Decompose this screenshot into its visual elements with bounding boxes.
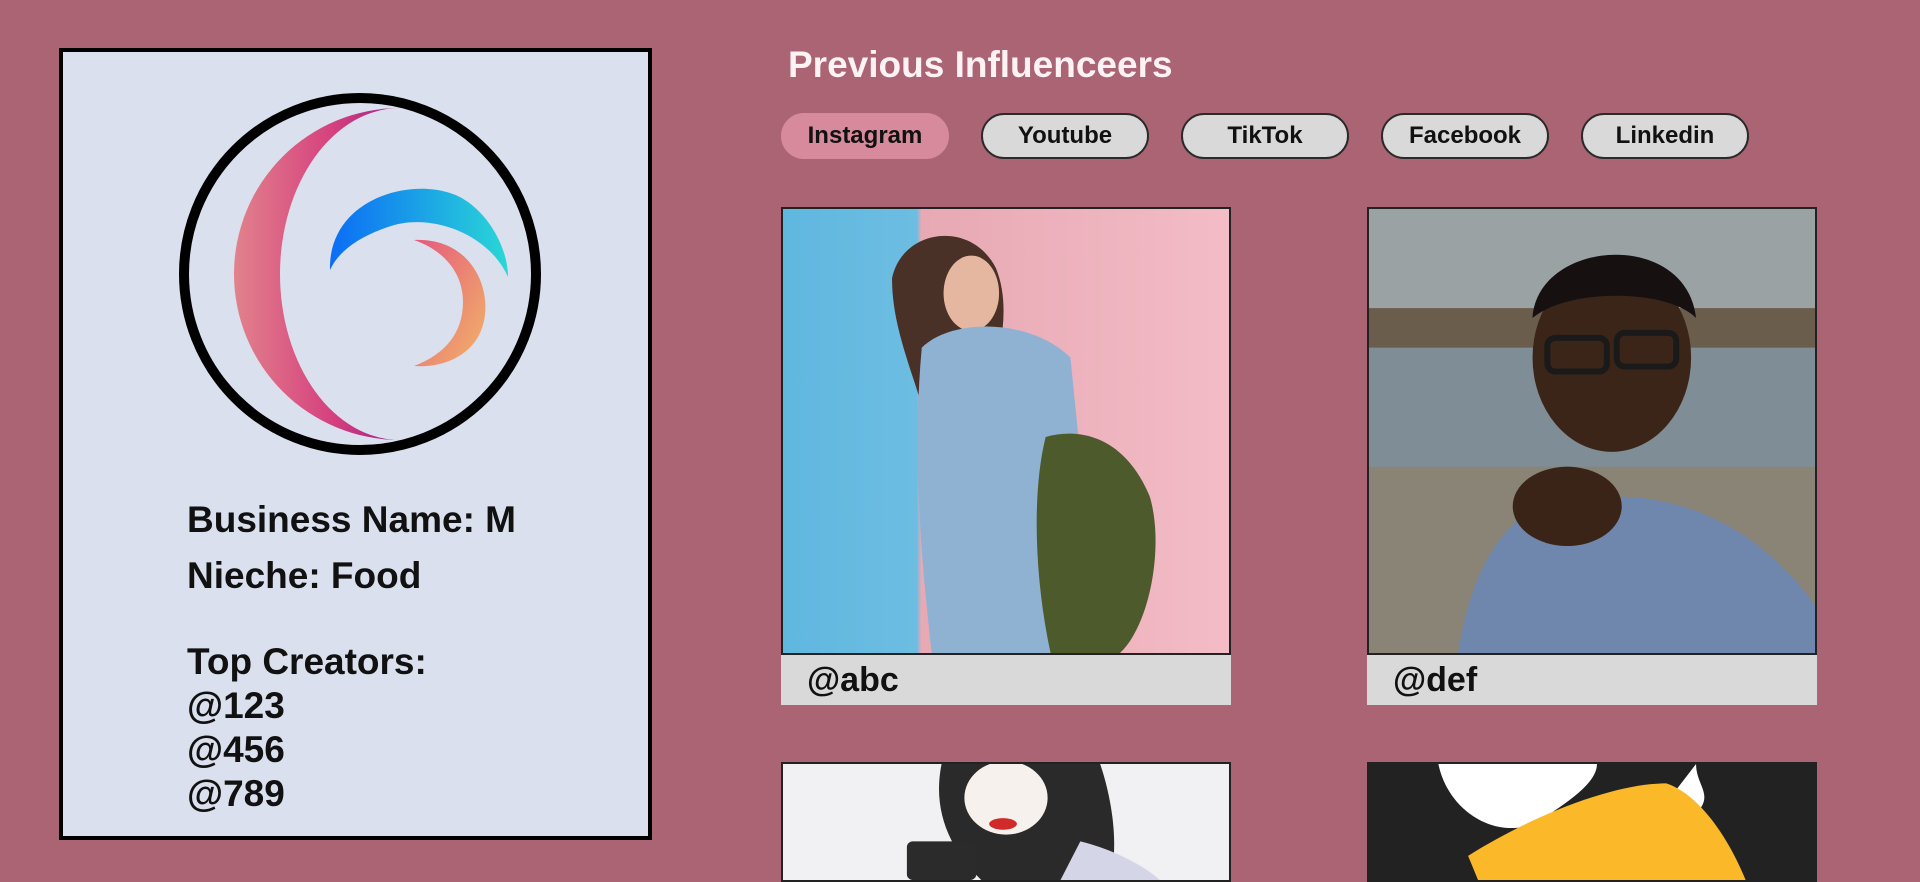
influencer-card[interactable] (1367, 762, 1817, 882)
top-creators: Top Creators: @123 @456 @789 (187, 640, 427, 816)
business-niche: Nieche: Food (187, 555, 422, 596)
influencer-handle: @def (1367, 655, 1817, 705)
influencer-photo (1367, 207, 1817, 655)
business-profile-panel: Business Name: M Nieche: Food Top Creato… (59, 48, 652, 840)
influencer-photo (781, 762, 1231, 882)
tab-instagram[interactable]: Instagram (781, 113, 949, 159)
influencer-card[interactable]: @abc (781, 207, 1231, 705)
creator-handle[interactable]: @456 (187, 728, 427, 772)
influencer-card[interactable] (781, 762, 1231, 882)
influencer-photo (781, 207, 1231, 655)
creator-handle[interactable]: @789 (187, 772, 427, 816)
tab-facebook[interactable]: Facebook (1381, 113, 1549, 159)
business-logo (178, 92, 543, 457)
page: Business Name: M Nieche: Food Top Creato… (0, 0, 1920, 882)
influencer-photo (1367, 762, 1817, 882)
top-creators-heading: Top Creators: (187, 641, 427, 682)
creator-handle[interactable]: @123 (187, 684, 427, 728)
influencer-card[interactable]: @def (1367, 207, 1817, 705)
tab-youtube[interactable]: Youtube (981, 113, 1149, 159)
tab-linkedin[interactable]: Linkedin (1581, 113, 1749, 159)
influencer-handle: @abc (781, 655, 1231, 705)
business-name: Business Name: M (187, 499, 516, 540)
tab-tiktok[interactable]: TikTok (1181, 113, 1349, 159)
business-info: Business Name: M Nieche: Food (187, 492, 516, 604)
section-title: Previous Influenceers (788, 44, 1173, 85)
